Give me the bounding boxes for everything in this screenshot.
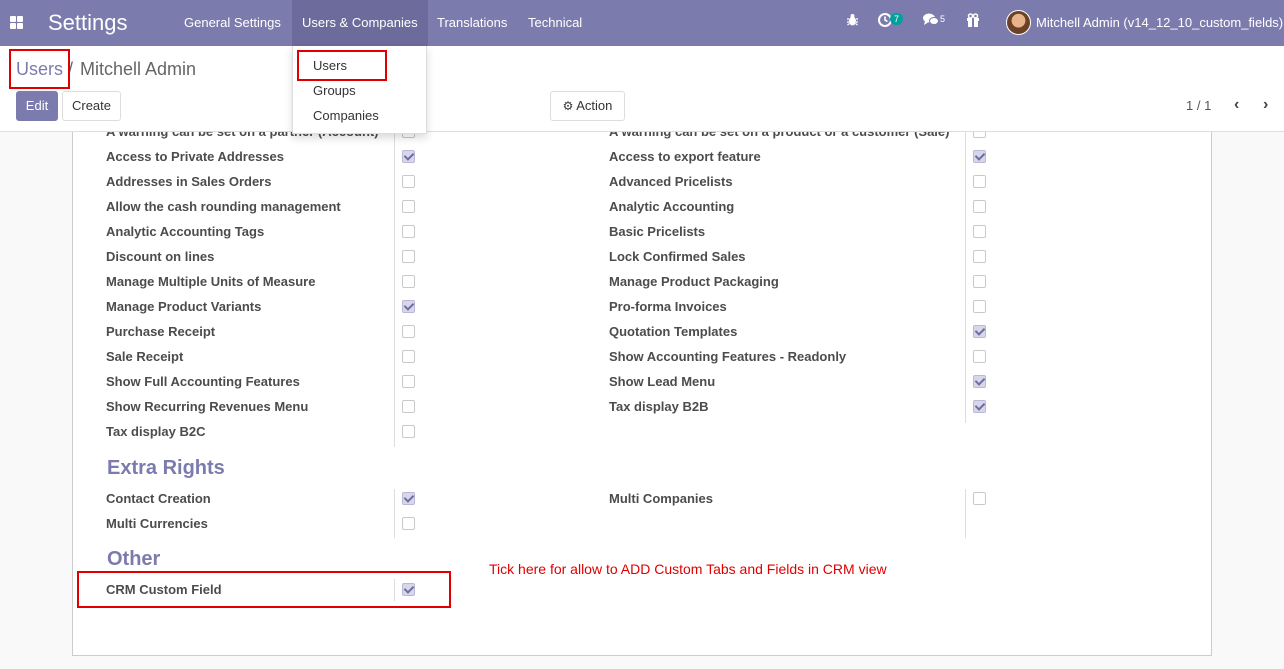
chevron-right-icon[interactable]: ›: [1263, 96, 1268, 114]
checkbox-left-10[interactable]: [402, 399, 415, 413]
checkbox-left-9[interactable]: [402, 374, 415, 388]
dropdown-item-companies[interactable]: Companies: [313, 108, 379, 123]
checkbox-crm-custom-field[interactable]: [402, 583, 415, 596]
checkbox-contact-creation[interactable]: [402, 492, 415, 505]
checkbox-right-8[interactable]: [973, 349, 986, 363]
checkbox-right-5[interactable]: [973, 274, 986, 288]
field-label-left-7: Purchase Receipt: [106, 323, 216, 339]
field-label-right-6: Pro-forma Invoices: [609, 298, 727, 314]
bug-icon[interactable]: [846, 13, 859, 30]
breadcrumb-separator: /: [68, 59, 74, 79]
field-label-product-warning: A warning can be set on a product or a c…: [609, 132, 949, 139]
field-label-multi-companies: Multi Companies: [609, 491, 714, 506]
checkbox-right-9[interactable]: [973, 374, 986, 388]
field-label-left-3: Analytic Accounting Tags: [106, 223, 265, 239]
field-label-left-10: Show Recurring Revenues Menu: [106, 398, 309, 414]
checkbox-right-4[interactable]: [973, 249, 986, 263]
checkbox-product-warning[interactable]: [973, 132, 986, 138]
menu-technical[interactable]: Technical: [518, 0, 592, 46]
user-menu-name[interactable]: Mitchell Admin (v14_12_10_custom_fields): [1036, 15, 1283, 30]
menu-general-settings[interactable]: General Settings: [174, 0, 291, 46]
user-form-sheet: A warning can be set on a partner (Accou…: [72, 132, 1212, 656]
field-label-right-10: Tax display B2B: [609, 398, 709, 414]
messages-icon[interactable]: [923, 13, 939, 30]
extra-rights-title: Extra Rights: [107, 457, 225, 479]
field-divider: [394, 489, 395, 538]
checkbox-left-5[interactable]: [402, 274, 415, 288]
gift-icon[interactable]: [966, 13, 980, 30]
gear-icon: ⚙: [562, 99, 574, 113]
column-divider: [965, 132, 966, 423]
other-section-title: Other: [107, 548, 161, 570]
action-button[interactable]: ⚙ Action: [550, 91, 625, 121]
checkbox-left-4[interactable]: [402, 249, 415, 263]
create-button[interactable]: Create: [62, 91, 121, 121]
field-label-left-8: Sale Receipt: [106, 348, 184, 364]
apps-menu-icon[interactable]: [10, 16, 23, 29]
users-companies-dropdown: Users Groups Companies: [292, 46, 427, 134]
chevron-left-icon[interactable]: ‹: [1234, 96, 1239, 114]
checkbox-left-7[interactable]: [402, 324, 415, 338]
field-label-right-9: Show Lead Menu: [609, 373, 716, 389]
field-label-right-4: Lock Confirmed Sales: [609, 248, 746, 264]
field-label-left-5: Manage Multiple Units of Measure: [106, 273, 316, 289]
checkbox-left-2[interactable]: [402, 199, 415, 213]
field-label-contact-creation: Contact Creation: [106, 491, 211, 506]
checkbox-right-0[interactable]: [973, 149, 986, 163]
checkbox-left-6[interactable]: [402, 299, 415, 313]
checkbox-right-6[interactable]: [973, 299, 986, 313]
field-label-left-9: Show Full Accounting Features: [106, 373, 300, 389]
field-label-left-4: Discount on lines: [106, 248, 215, 264]
pager-value[interactable]: 1 / 1: [1186, 98, 1211, 113]
checkbox-multi-currencies[interactable]: [402, 517, 415, 530]
checkbox-right-3[interactable]: [973, 224, 986, 238]
top-navbar: Settings General Settings Users & Compan…: [0, 0, 1284, 46]
field-label-right-7: Quotation Templates: [609, 323, 738, 339]
field-label-left-2: Allow the cash rounding management: [106, 198, 341, 214]
checkbox-right-1[interactable]: [973, 174, 986, 188]
edit-button[interactable]: Edit: [16, 91, 58, 121]
message-count-badge: 5: [940, 14, 946, 24]
field-label-crm-custom-field: CRM Custom Field: [106, 582, 222, 597]
menu-translations[interactable]: Translations: [427, 0, 517, 46]
field-label-right-1: Advanced Pricelists: [609, 173, 733, 189]
checkbox-right-7[interactable]: [973, 324, 986, 338]
checkbox-left-3[interactable]: [402, 224, 415, 238]
checkbox-left-1[interactable]: [402, 174, 415, 188]
field-label-left-11: Tax display B2C: [106, 423, 206, 439]
breadcrumb-current: Mitchell Admin: [80, 59, 197, 79]
field-divider: [965, 489, 966, 538]
field-label-right-0: Access to export feature: [609, 148, 761, 164]
field-label-right-8: Show Accounting Features - Readonly: [609, 348, 847, 364]
app-title[interactable]: Settings: [48, 10, 128, 36]
field-divider: [394, 579, 395, 601]
checkbox-multi-companies[interactable]: [973, 492, 986, 505]
dropdown-item-groups[interactable]: Groups: [313, 83, 356, 98]
crm-custom-field-hint: Tick here for allow to ADD Custom Tabs a…: [489, 561, 887, 577]
field-label-left-1: Addresses in Sales Orders: [106, 173, 272, 189]
checkbox-left-8[interactable]: [402, 349, 415, 363]
column-divider: [394, 132, 395, 447]
user-avatar[interactable]: [1006, 10, 1031, 35]
activity-count-badge: 7: [890, 13, 904, 25]
field-label-right-3: Basic Pricelists: [609, 223, 706, 239]
checkbox-left-0[interactable]: [402, 149, 415, 163]
field-label-right-2: Analytic Accounting: [609, 198, 735, 214]
action-button-label: Action: [576, 98, 613, 113]
breadcrumb-users-link[interactable]: Users: [16, 59, 63, 80]
checkbox-right-2[interactable]: [973, 199, 986, 213]
control-panel: Users / Mitchell Admin Edit Create ⚙ Act…: [0, 46, 1284, 132]
field-label-multi-currencies: Multi Currencies: [106, 516, 208, 531]
menu-users-companies[interactable]: Users & Companies: [292, 0, 428, 46]
dropdown-item-users[interactable]: Users: [313, 58, 347, 73]
checkbox-right-10[interactable]: [973, 399, 986, 413]
checkbox-left-11[interactable]: [402, 424, 415, 438]
field-label-left-6: Manage Product Variants: [106, 298, 262, 314]
field-label-left-0: Access to Private Addresses: [106, 148, 285, 164]
field-label-right-5: Manage Product Packaging: [609, 273, 779, 289]
